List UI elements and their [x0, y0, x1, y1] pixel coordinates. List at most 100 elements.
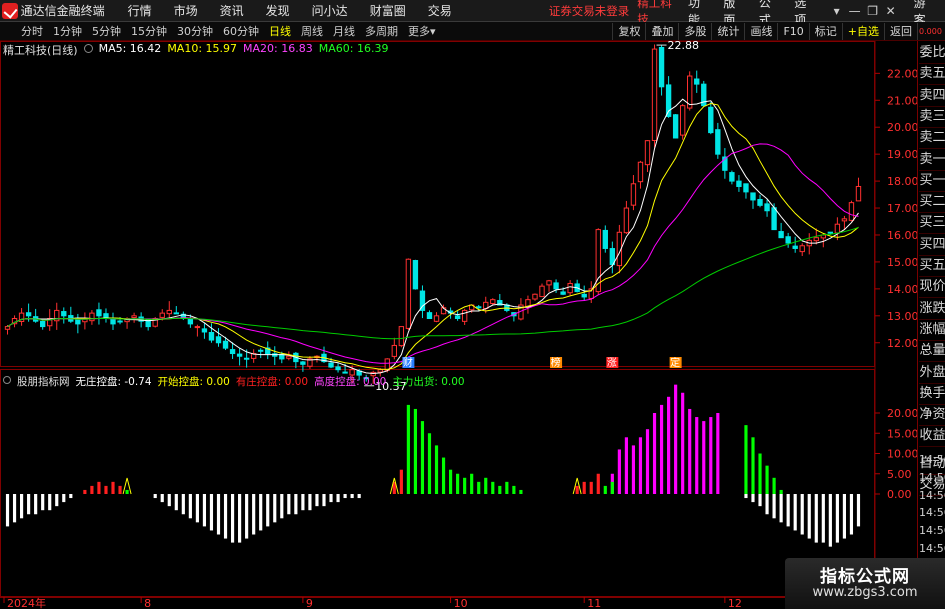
menu-item-trade[interactable]: 交易	[417, 2, 463, 19]
candle-body	[694, 78, 700, 85]
indicator-bar	[34, 494, 38, 515]
side-panel-item-8[interactable]: 买三	[919, 212, 945, 235]
restore-icon[interactable]: ❐	[864, 2, 882, 20]
candle-body	[813, 237, 819, 242]
period-monthly[interactable]: 月线	[328, 23, 360, 39]
side-panel-item-9[interactable]: 买四	[919, 234, 945, 256]
indicator-bar	[758, 453, 762, 494]
btn-stats[interactable]: 统计	[711, 23, 744, 40]
candle-body	[672, 114, 679, 139]
period-5min[interactable]: 5分钟	[87, 23, 126, 39]
indicator-settings-dot-icon[interactable]	[3, 376, 11, 384]
side-panel-item-7[interactable]: 买二	[919, 191, 945, 214]
btn-multi-stock[interactable]: 多股	[678, 23, 711, 40]
date-tick-label: 11	[587, 597, 601, 609]
indicator-tick-label: 15.00	[887, 427, 917, 440]
indicator-bar	[674, 384, 678, 494]
side-panel-item-17[interactable]: 净资	[919, 404, 945, 427]
indicator-bar	[779, 489, 783, 494]
side-panel-item-2[interactable]: 卖四	[919, 85, 945, 107]
candle-body	[173, 312, 179, 315]
candle-body	[405, 258, 412, 329]
indicator-bar	[245, 494, 249, 539]
btn-adjust[interactable]: 复权	[612, 23, 645, 40]
side-panel-item-15[interactable]: 外盘	[919, 362, 945, 384]
candle-body	[426, 312, 433, 320]
indicator-bar	[800, 494, 804, 535]
menu-item-discover[interactable]: 发现	[255, 2, 301, 19]
menu-item-ask[interactable]: 问小达	[301, 2, 359, 19]
side-panel-item-5[interactable]: 卖一	[919, 149, 945, 171]
ma60-label: MA60: 16.39	[318, 42, 389, 55]
indicator-bar	[793, 494, 797, 531]
minimize-icon[interactable]: —	[846, 2, 864, 20]
indicator-bar	[413, 408, 418, 494]
btn-draw[interactable]: 画线	[744, 23, 777, 40]
quote-side-panel: 委比 卖五 卖四 卖三 卖二 卖一 买一 买二 买三 买四 买五 现价 涨跌 涨幅 总量 外盘 换手 净资 收益 自动…	[917, 41, 945, 609]
side-panel-item-10[interactable]: 买五	[919, 255, 945, 277]
side-panel-item-4[interactable]: 卖二	[919, 127, 945, 150]
close-icon[interactable]: ✕	[882, 2, 900, 20]
indicator-bar	[758, 494, 762, 507]
side-panel-item-11[interactable]: 现价	[919, 276, 945, 299]
indicator-bar	[357, 494, 361, 499]
date-tick-label: 8	[144, 597, 151, 609]
candle-body	[398, 326, 405, 347]
kline-indicator-svg[interactable]: 12.00 13.00 14.00 15.00 16.00 17.00 18.00 19.00…	[0, 41, 917, 609]
candle-body	[841, 218, 848, 222]
menu-item-quotes[interactable]: 行情	[117, 2, 163, 19]
period-timeshare[interactable]: 分时	[16, 23, 48, 39]
candle-body	[454, 315, 461, 320]
indicator-item-control: 有庄控盘: 0.00	[235, 376, 309, 388]
period-more[interactable]: 更多▾	[403, 23, 441, 39]
period-60min[interactable]: 60分钟	[218, 23, 264, 39]
candle-body	[560, 291, 566, 295]
side-panel-item-6[interactable]: 买一	[919, 170, 945, 192]
price-tick-label: 12.00	[887, 337, 917, 350]
side-panel-item-13[interactable]: 涨幅	[919, 319, 945, 341]
period-weekly[interactable]: 周线	[296, 23, 328, 39]
menu-item-wealth[interactable]: 财富圈	[359, 2, 417, 19]
period-daily[interactable]: 日线	[264, 23, 296, 39]
trade-login-notice[interactable]: 证券交易未登录	[549, 3, 630, 19]
indicator-bar	[308, 494, 312, 511]
side-panel-item-3[interactable]: 卖三	[919, 106, 945, 128]
indicator-bar	[41, 494, 45, 511]
side-panel-item-16[interactable]: 换手	[919, 383, 945, 405]
side-panel-item-0[interactable]: 委比	[919, 42, 945, 64]
btn-overlay[interactable]: 叠加	[645, 23, 678, 40]
candle-body	[637, 161, 644, 183]
period-multi[interactable]: 多周期	[360, 23, 403, 39]
settings-dot-icon[interactable]	[83, 44, 93, 53]
period-1min[interactable]: 1分钟	[48, 23, 87, 39]
candle-body	[567, 282, 573, 294]
indicator-bar	[188, 494, 192, 519]
chart-area[interactable]: 12.00 13.00 14.00 15.00 16.00 17.00 18.00 19.00…	[0, 41, 945, 609]
btn-f10[interactable]: F10	[777, 23, 808, 40]
indicator-bar	[631, 445, 636, 494]
indicator-bar	[427, 433, 432, 494]
dropdown-icon[interactable]: ▾	[828, 2, 846, 20]
candle-body	[208, 332, 215, 341]
candle-body	[229, 349, 236, 355]
menubar: 通达信金融终端 行情 市场 资讯 发现 问小达 财富圈 交易 证券交易未登录 精…	[0, 0, 945, 27]
btn-add-watchlist[interactable]: +自选	[841, 23, 884, 40]
period-15min[interactable]: 15分钟	[126, 23, 172, 39]
indicator-bar	[659, 404, 664, 494]
indicator-bar	[786, 494, 790, 527]
candle-body	[391, 344, 397, 357]
side-panel-item-12[interactable]: 涨跌	[919, 298, 945, 320]
indicator-bar	[280, 494, 284, 519]
indicator-bar	[765, 465, 769, 494]
btn-mark[interactable]: 标记	[808, 23, 842, 40]
indicator-bar	[463, 477, 467, 494]
period-30min[interactable]: 30分钟	[172, 23, 218, 39]
side-panel-item-1[interactable]: 卖五	[919, 63, 945, 86]
btn-back[interactable]: 返回	[884, 23, 917, 40]
indicator-bar	[596, 473, 600, 494]
menu-item-news[interactable]: 资讯	[209, 2, 255, 19]
side-panel-item-14[interactable]: 总量	[919, 340, 945, 363]
indicator-bar	[470, 473, 474, 494]
menu-item-market[interactable]: 市场	[163, 2, 209, 19]
side-panel-item-18[interactable]: 收益	[919, 425, 945, 448]
